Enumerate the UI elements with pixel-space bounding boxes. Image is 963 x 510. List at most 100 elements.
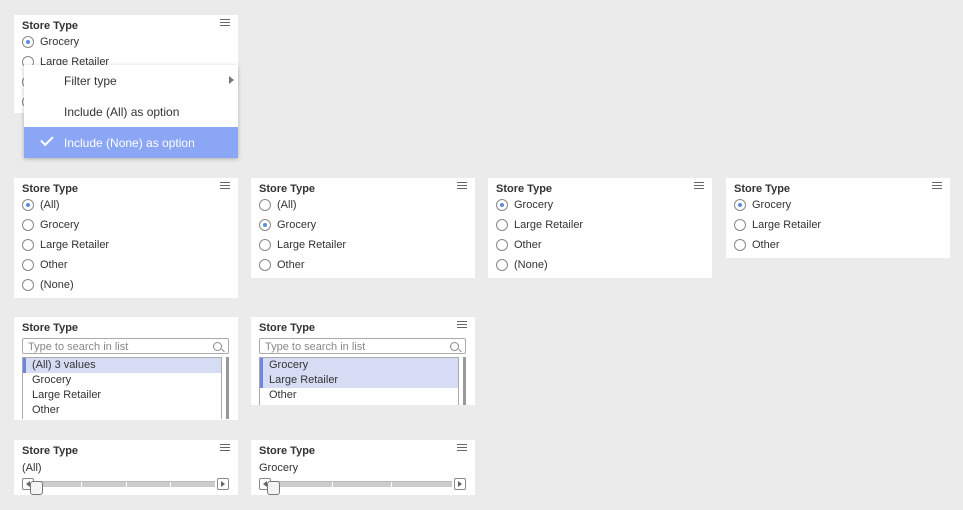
search-input[interactable]: Type to search in list <box>259 338 466 354</box>
filter-card-list-multi: Store Type Type to search in list Grocer… <box>251 317 475 405</box>
list-item[interactable]: Large Retailer <box>260 373 458 388</box>
radio-option[interactable]: Grocery <box>496 197 553 213</box>
radio-selected-icon <box>734 199 746 211</box>
radio-option-grocery[interactable]: Grocery <box>22 34 79 50</box>
vertical-scrollbar[interactable] <box>226 357 229 419</box>
card-title: Store Type <box>734 183 791 195</box>
menu-item-include-all[interactable]: Include (All) as option <box>24 96 238 127</box>
list-item[interactable]: Grocery <box>260 358 458 373</box>
card-menu-icon[interactable] <box>457 182 467 190</box>
list-item[interactable]: Other <box>23 403 221 418</box>
radio-unselected-icon <box>259 199 271 211</box>
filter-card-slider-grocery: Store Type Grocery <box>251 440 475 495</box>
radio-label: (All) <box>40 199 60 211</box>
radio-option[interactable]: (None) <box>496 257 548 273</box>
search-placeholder: Type to search in list <box>265 341 366 353</box>
value-slider <box>259 478 466 495</box>
list-item[interactable]: Grocery <box>23 373 221 388</box>
radio-option[interactable]: Large Retailer <box>734 217 821 233</box>
radio-unselected-icon <box>22 219 34 231</box>
slider-tick <box>170 482 172 488</box>
radio-unselected-icon <box>22 239 34 251</box>
card-title: Store Type <box>22 322 79 334</box>
card-menu-icon[interactable] <box>220 182 230 190</box>
card-title: Store Type <box>22 20 79 32</box>
radio-label: Grocery <box>514 199 554 211</box>
radio-label: Grocery <box>752 199 792 211</box>
slider-thumb[interactable] <box>267 481 280 495</box>
list-item[interactable]: Large Retailer <box>23 388 221 403</box>
radio-unselected-icon <box>259 239 271 251</box>
list-item[interactable]: (All) 3 values <box>23 358 221 373</box>
radio-option[interactable]: Grocery <box>734 197 791 213</box>
radio-option[interactable]: Large Retailer <box>259 237 346 253</box>
slider-tick <box>391 482 393 488</box>
value-slider <box>22 478 229 495</box>
menu-item-filter-type[interactable]: Filter type <box>24 65 238 96</box>
slider-tick <box>125 482 127 488</box>
radio-option[interactable]: (None) <box>22 277 74 293</box>
card-menu-icon[interactable] <box>220 444 230 452</box>
vertical-scrollbar[interactable] <box>463 357 466 405</box>
menu-item-include-none[interactable]: Include (None) as option <box>24 127 238 158</box>
radio-option[interactable]: (All) <box>259 197 297 213</box>
slider-current-value: Grocery <box>259 462 299 474</box>
slider-next-button[interactable] <box>454 478 466 490</box>
card-menu-icon[interactable] <box>457 321 467 329</box>
radio-unselected-icon <box>496 219 508 231</box>
radio-option[interactable]: Grocery <box>22 217 79 233</box>
radio-option[interactable]: Other <box>22 257 68 273</box>
menu-item-label: Include (All) as option <box>64 104 180 119</box>
radio-label: Grocery <box>40 219 80 231</box>
radio-selected-icon <box>22 36 34 48</box>
slider-thumb[interactable] <box>30 481 43 495</box>
checkmark-icon <box>40 132 54 147</box>
filter-card-radio-none: Store Type Grocery Large Retailer Other … <box>488 178 712 278</box>
radio-option[interactable]: Other <box>496 237 542 253</box>
search-input[interactable]: Type to search in list <box>22 338 229 354</box>
filter-card-radio-all: Store Type (All) Grocery Large Retailer … <box>251 178 475 278</box>
radio-option[interactable]: Other <box>734 237 780 253</box>
filter-card-slider-all: Store Type (All) <box>14 440 238 495</box>
value-list: (All) 3 values Grocery Large Retailer Ot… <box>22 357 222 419</box>
menu-item-label: Include (None) as option <box>64 135 195 150</box>
slider-next-button[interactable] <box>217 478 229 490</box>
radio-unselected-icon <box>496 259 508 271</box>
radio-unselected-icon <box>734 219 746 231</box>
filter-card-list-single: Store Type Type to search in list (All) … <box>14 317 238 420</box>
radio-option[interactable]: (All) <box>22 197 60 213</box>
radio-unselected-icon <box>22 259 34 271</box>
slider-track[interactable] <box>267 481 452 495</box>
list-item[interactable]: Other <box>260 388 458 403</box>
radio-label: Large Retailer <box>277 239 347 251</box>
menu-item-label: Filter type <box>64 73 117 88</box>
card-title: Store Type <box>496 183 553 195</box>
search-icon <box>450 342 459 351</box>
card-title: Store Type <box>22 183 79 195</box>
search-placeholder: Type to search in list <box>28 341 129 353</box>
radio-label: Other <box>752 239 780 251</box>
triangle-right-icon <box>221 481 225 487</box>
radio-label: (None) <box>514 259 548 271</box>
radio-option[interactable]: Other <box>259 257 305 273</box>
context-menu: Filter type Include (All) as option Incl… <box>24 65 238 158</box>
slider-current-value: (All) <box>22 462 42 474</box>
radio-option[interactable]: Large Retailer <box>22 237 109 253</box>
card-menu-icon[interactable] <box>694 182 704 190</box>
radio-selected-icon <box>259 219 271 231</box>
radio-option[interactable]: Large Retailer <box>496 217 583 233</box>
card-menu-icon[interactable] <box>220 19 230 27</box>
radio-label: Large Retailer <box>514 219 584 231</box>
value-list: Grocery Large Retailer Other <box>259 357 459 405</box>
radio-label: Other <box>40 259 68 271</box>
radio-option[interactable]: Grocery <box>259 217 316 233</box>
slider-tick <box>332 482 334 488</box>
slider-track[interactable] <box>30 481 215 495</box>
card-title: Store Type <box>259 322 316 334</box>
card-menu-icon[interactable] <box>932 182 942 190</box>
radio-unselected-icon <box>496 239 508 251</box>
card-menu-icon[interactable] <box>457 444 467 452</box>
radio-unselected-icon <box>22 279 34 291</box>
filter-card-radio-all-none: Store Type (All) Grocery Large Retailer … <box>14 178 238 298</box>
triangle-right-icon <box>458 481 462 487</box>
